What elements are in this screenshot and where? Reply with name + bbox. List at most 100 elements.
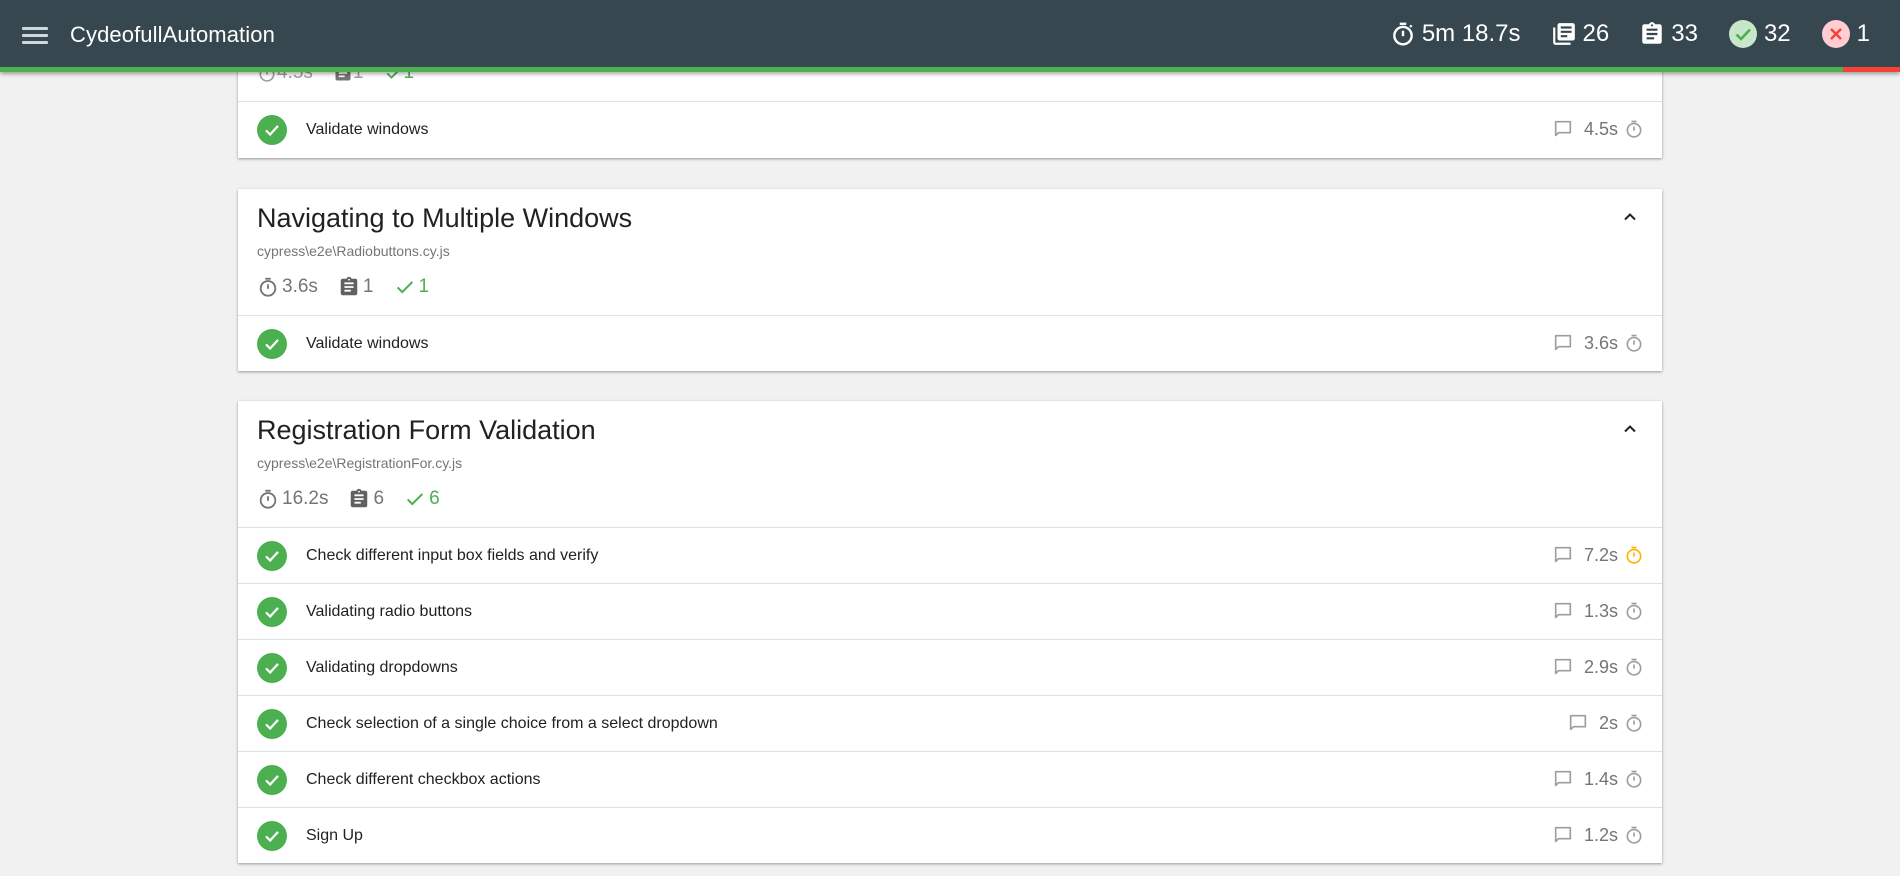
test-duration: 7.2s — [1583, 544, 1618, 565]
test-title: Check selection of a single choice from … — [306, 715, 718, 732]
stat-failed[interactable]: 1 — [1821, 19, 1870, 49]
test-duration: 1.2s — [1583, 824, 1618, 845]
test-row[interactable]: Validating radio buttons 1.3s — [238, 584, 1662, 640]
collapse-chevron-up-icon[interactable] — [1618, 205, 1642, 229]
stat-duration-value: 5m 18.7s — [1421, 20, 1521, 47]
test-row[interactable]: Check selection of a single choice from … — [238, 696, 1662, 752]
test-meta: 1.2s — [1552, 824, 1644, 846]
check-icon — [396, 281, 413, 294]
test-duration: 1.3s — [1583, 600, 1618, 621]
stopwatch-icon — [259, 277, 277, 297]
suite-duration-value: 3.6s — [282, 276, 318, 297]
test-row[interactable]: Check different input box fields and ver… — [238, 528, 1662, 584]
test-row[interactable]: Validating dropdowns 2.9s — [238, 640, 1662, 696]
stat-passed[interactable]: 32 — [1728, 19, 1791, 49]
app-title: CydeofullAutomation — [70, 22, 275, 47]
pass-check-icon — [257, 765, 287, 795]
suite-stats: 16.2s 6 6 — [257, 488, 460, 510]
suite-passed-count-value: 6 — [429, 488, 440, 509]
comment-icon[interactable] — [1552, 332, 1574, 354]
pass-check-icon — [257, 329, 287, 359]
suite-stats: 3.6s 1 1 — [257, 276, 449, 298]
pass-check-icon — [257, 597, 287, 627]
test-row[interactable]: Validate windows 4.5s — [238, 102, 1662, 158]
stopwatch-icon — [1626, 658, 1642, 676]
pass-fail-progress-bar — [0, 67, 1900, 72]
suite-duration: 16.2s — [257, 488, 328, 510]
failed-x-icon — [1821, 20, 1850, 48]
stopwatch-icon — [1392, 22, 1413, 46]
test-title: Check different checkbox actions — [306, 771, 541, 788]
suite-duration-value: 16.2s — [282, 488, 329, 509]
suite-file-path: cypress\e2e\Radiobuttons.cy.js — [257, 243, 450, 259]
stat-passed-value: 32 — [1763, 20, 1791, 47]
suite-duration: 3.6s — [257, 276, 318, 298]
test-duration: 2s — [1598, 712, 1618, 733]
test-meta: 3.6s — [1552, 332, 1644, 354]
test-duration: 3.6s — [1583, 332, 1618, 353]
stopwatch-icon — [1626, 334, 1642, 352]
comment-icon[interactable] — [1552, 118, 1574, 140]
comment-icon[interactable] — [1552, 656, 1574, 678]
stat-tests[interactable]: 33 — [1639, 20, 1698, 48]
test-list: Check different input box fields and ver… — [238, 528, 1662, 864]
suite-passed-count-value: 1 — [418, 276, 430, 297]
suite-test-count: 1 — [338, 276, 374, 298]
pass-check-icon — [257, 653, 287, 683]
stat-suites[interactable]: 26 — [1551, 20, 1610, 48]
test-title: Validate windows — [306, 335, 429, 352]
suites-icon — [1552, 23, 1575, 45]
suite-header: Registration Form Validation cypress\e2e… — [238, 401, 1662, 528]
comment-icon[interactable] — [1552, 544, 1574, 566]
test-duration: 4.5s — [1583, 118, 1618, 139]
test-title: Validating dropdowns — [306, 659, 458, 676]
comment-icon[interactable] — [1552, 768, 1574, 790]
test-title: Validating radio buttons — [306, 603, 473, 620]
suite-test-count: 6 — [348, 488, 384, 510]
test-meta: 7.2s — [1552, 544, 1644, 566]
test-meta: 2.9s — [1552, 656, 1644, 678]
suite-title: Registration Form Validation — [257, 415, 596, 445]
test-meta: 4.5s — [1552, 118, 1644, 140]
check-icon — [407, 493, 424, 506]
suite-test-count-value: 6 — [373, 488, 385, 509]
test-title: Validate windows — [306, 121, 429, 138]
comment-icon[interactable] — [1567, 712, 1589, 734]
pass-check-icon — [257, 541, 287, 571]
stopwatch-icon — [1626, 120, 1642, 138]
test-row[interactable]: Check different checkbox actions 1.4s — [238, 752, 1662, 808]
test-duration: 1.4s — [1583, 768, 1618, 789]
test-duration: 2.9s — [1583, 656, 1618, 677]
suite-card: Registration Form Validation cypress\e2e… — [238, 401, 1662, 863]
clipboard-icon — [1642, 22, 1662, 44]
stat-tests-value: 33 — [1671, 20, 1698, 47]
pass-check-icon — [257, 115, 287, 145]
suite-title: Navigating to Multiple Windows — [257, 203, 633, 233]
test-row[interactable]: Validate windows 3.6s — [238, 316, 1662, 372]
stat-suites-value: 26 — [1582, 20, 1610, 47]
collapse-chevron-up-icon[interactable] — [1618, 417, 1642, 441]
suite-passed-count: 6 — [404, 488, 440, 510]
test-row[interactable]: Sign Up 1.2s — [238, 808, 1662, 864]
menu-icon[interactable] — [22, 24, 48, 46]
progress-pass-segment — [0, 67, 1843, 72]
summary-stats: 5m 18.7s 26 33 32 1 — [1360, 16, 1870, 52]
comment-icon[interactable] — [1552, 824, 1574, 846]
stopwatch-icon — [1626, 602, 1642, 620]
navbar: CydeofullAutomation 5m 18.7s 26 33 32 1 — [0, 0, 1900, 72]
test-title: Check different input box fields and ver… — [306, 547, 599, 564]
test-meta: 2s — [1567, 712, 1644, 734]
test-meta: 1.3s — [1552, 600, 1644, 622]
stopwatch-icon — [1626, 826, 1642, 844]
suite-header: Navigating to Multiple Windows cypress\e… — [238, 189, 1662, 316]
pass-check-icon — [257, 709, 287, 739]
clipboard-icon — [340, 276, 358, 296]
suite-card: Navigating to Multiple Windows cypress\e… — [238, 189, 1662, 371]
slow-stopwatch-icon — [1626, 546, 1642, 564]
suite-file-path: cypress\e2e\RegistrationFor.cy.js — [257, 455, 463, 471]
comment-icon[interactable] — [1552, 600, 1574, 622]
stat-duration[interactable]: 5m 18.7s — [1390, 20, 1521, 48]
test-title: Sign Up — [306, 827, 363, 844]
test-meta: 1.4s — [1552, 768, 1644, 790]
stopwatch-icon — [1626, 770, 1642, 788]
